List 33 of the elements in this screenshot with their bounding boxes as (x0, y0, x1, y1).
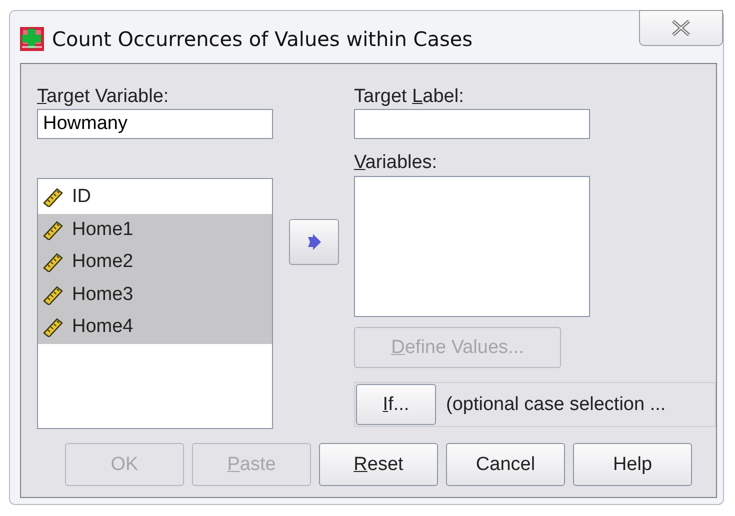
variable-item[interactable]: Home3 (38, 278, 272, 311)
variable-name: Home4 (72, 316, 134, 338)
ruler-icon (42, 252, 64, 272)
close-button[interactable] (639, 10, 723, 46)
field-label: Target Label: (354, 86, 465, 108)
variable-list[interactable]: ID Home1 Home2 Home3 Home4 (37, 178, 273, 429)
dialog-button[interactable]: Help (573, 443, 692, 486)
variable-item[interactable]: ID (38, 181, 272, 214)
variable-name: Home3 (72, 284, 134, 306)
field-label: Target Variable: (37, 86, 170, 108)
variable-name: Home1 (72, 218, 134, 241)
variable-item[interactable]: Home1 (38, 214, 272, 246)
if-note: (optional case selection ... (446, 394, 666, 416)
ruler-icon (42, 317, 64, 338)
if-button[interactable]: If... (356, 384, 436, 425)
dialog-button[interactable]: Cancel (446, 443, 565, 486)
target-label-field[interactable] (354, 109, 590, 139)
window-title: Count Occurrences of Values within Cases (52, 27, 473, 51)
variables-list[interactable] (354, 176, 590, 317)
variable-name: Home2 (72, 251, 134, 274)
list-label: Variables: (354, 152, 438, 174)
close-icon (670, 20, 692, 36)
app-icon (20, 27, 44, 51)
arrow-icon (306, 234, 320, 250)
variable-item[interactable]: Home2 (38, 246, 272, 278)
move-button[interactable] (288, 219, 338, 265)
ruler-icon (42, 284, 64, 305)
target-variable-field[interactable]: Howmany (37, 109, 273, 139)
ruler-icon (42, 220, 64, 240)
ruler-icon (42, 187, 64, 208)
variable-item[interactable]: Home4 (38, 311, 272, 344)
dialog-button[interactable]: Reset (319, 443, 438, 486)
variable-name: ID (72, 186, 91, 208)
